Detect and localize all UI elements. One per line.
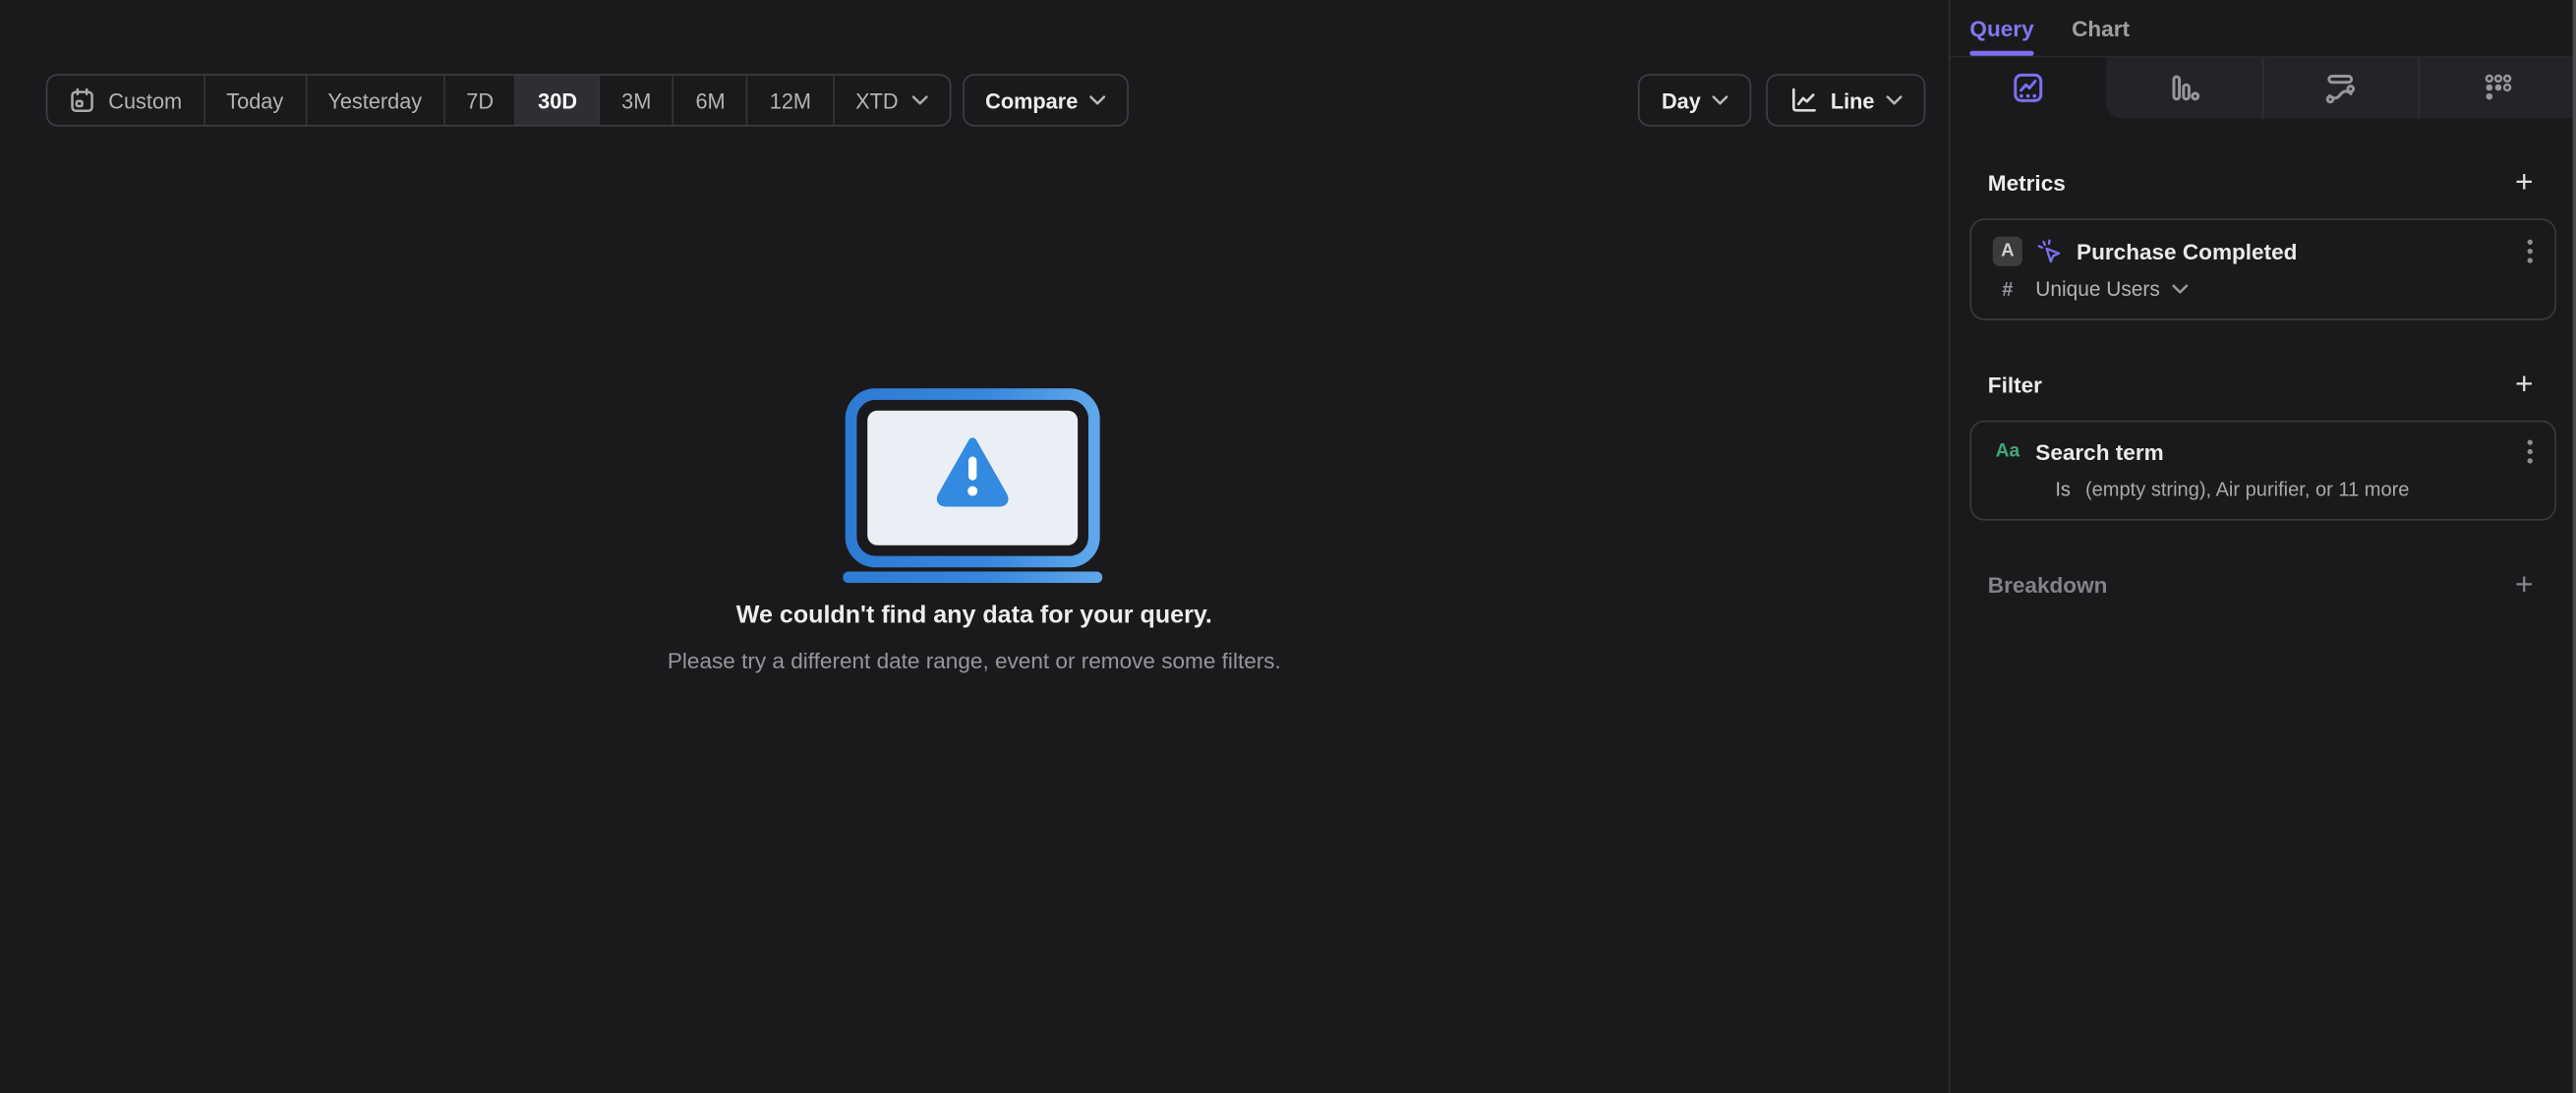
- insights-line-chart-icon: [2014, 73, 2043, 102]
- aggregation-label: Unique Users: [2035, 277, 2160, 301]
- filter-property-name[interactable]: Search term: [2035, 439, 2513, 464]
- filter-value[interactable]: (empty string), Air purifier, or 11 more: [2085, 478, 2409, 500]
- breakdown-section-header: Breakdown +: [1988, 570, 2534, 602]
- event-click-icon: [2037, 238, 2061, 262]
- filter-section-header: Filter +: [1988, 370, 2534, 401]
- filter-operator[interactable]: Is: [2055, 478, 2071, 500]
- filter-overflow-menu[interactable]: [2527, 438, 2534, 465]
- report-canvas: Custom Today Yesterday 7D 30D 3M 6M 12M …: [0, 0, 1949, 1093]
- date-range-yesterday[interactable]: Yesterday: [307, 75, 445, 125]
- flow-chart-icon: [2326, 74, 2356, 104]
- add-breakdown-button[interactable]: +: [2515, 570, 2534, 602]
- aggregation-dropdown[interactable]: Unique Users: [2035, 277, 2188, 301]
- chevron-down-icon: [911, 95, 928, 105]
- panel-tab-bar: Query Chart: [1950, 0, 2576, 56]
- metric-event-name[interactable]: Purchase Completed: [2077, 239, 2513, 263]
- filter-clause[interactable]: Is (empty string), Air purifier, or 11 m…: [1993, 478, 2537, 500]
- add-filter-button[interactable]: +: [2515, 370, 2534, 401]
- date-range-custom[interactable]: Custom: [47, 75, 205, 125]
- no-data-illustration: [843, 387, 1105, 591]
- app-window: Custom Today Yesterday 7D 30D 3M 6M 12M …: [0, 0, 2576, 1093]
- compare-label: Compare: [985, 87, 1079, 113]
- filter-title: Filter: [1987, 373, 2042, 398]
- chart-type-tab-bar: [1950, 55, 2576, 119]
- chevron-down-icon: [1089, 95, 1106, 105]
- panel-scrollbar[interactable]: [2572, 0, 2576, 1093]
- string-property-icon: Aa: [1995, 441, 2020, 462]
- filter-card[interactable]: Aa Search term Is (empty string), Air pu…: [1969, 420, 2556, 521]
- compare-button[interactable]: Compare: [962, 74, 1130, 127]
- tab-chart[interactable]: Chart: [2072, 0, 2130, 56]
- date-range-6m[interactable]: 6M: [674, 75, 749, 125]
- metrics-section-header: Metrics +: [1988, 167, 2534, 199]
- empty-state-title: We couldn't find any data for your query…: [735, 601, 1212, 629]
- chart-type-retention[interactable]: [2419, 57, 2576, 119]
- metric-letter-badge: A: [1992, 236, 2022, 266]
- date-range-label: Custom: [108, 87, 183, 113]
- date-range-group: Custom Today Yesterday 7D 30D 3M 6M 12M …: [45, 74, 952, 127]
- ellipsis-vertical-icon: [2527, 239, 2533, 263]
- interval-dropdown[interactable]: Day: [1638, 74, 1752, 127]
- date-range-30d-active[interactable]: 30D: [516, 75, 601, 125]
- date-range-xtd[interactable]: XTD: [834, 76, 949, 125]
- chart-style-label: Line: [1830, 87, 1875, 113]
- date-range-7d[interactable]: 7D: [445, 75, 517, 125]
- breakdown-title: Breakdown: [1987, 573, 2108, 599]
- chevron-down-icon: [1712, 95, 1728, 105]
- bar-chart-icon: [2171, 75, 2199, 101]
- ellipsis-vertical-icon: [2527, 439, 2533, 464]
- calendar-icon: [69, 87, 95, 114]
- chart-type-insights-active[interactable]: [1950, 57, 2105, 118]
- metric-card[interactable]: A Purchase Completed # Unique Users: [1969, 218, 2556, 320]
- date-range-today[interactable]: Today: [205, 75, 307, 125]
- chart-display-controls: Day Line: [1638, 74, 1926, 127]
- date-range-3m[interactable]: 3M: [600, 75, 674, 125]
- chart-type-flow[interactable]: [2261, 57, 2420, 119]
- chart-style-dropdown[interactable]: Line: [1766, 74, 1926, 127]
- metrics-title: Metrics: [1987, 170, 2066, 196]
- chevron-down-icon: [2171, 284, 2188, 294]
- hash-icon: #: [2002, 277, 2014, 301]
- interval-label: Day: [1661, 87, 1701, 113]
- query-builder-panel: Query Chart Metrics + A Purchase Complet…: [1948, 0, 2576, 1093]
- tab-query[interactable]: Query: [1969, 0, 2034, 56]
- metric-overflow-menu[interactable]: [2527, 238, 2534, 264]
- report-toolbar: Custom Today Yesterday 7D 30D 3M 6M 12M …: [45, 74, 1926, 127]
- add-metric-button[interactable]: +: [2515, 167, 2534, 199]
- empty-state-subtitle: Please try a different date range, event…: [667, 649, 1281, 674]
- date-range-12m[interactable]: 12M: [748, 75, 835, 125]
- dot-grid-icon: [2485, 74, 2512, 100]
- line-chart-icon: [1792, 87, 1817, 112]
- chart-type-bar[interactable]: [2105, 57, 2262, 119]
- chevron-down-icon: [1886, 95, 1903, 105]
